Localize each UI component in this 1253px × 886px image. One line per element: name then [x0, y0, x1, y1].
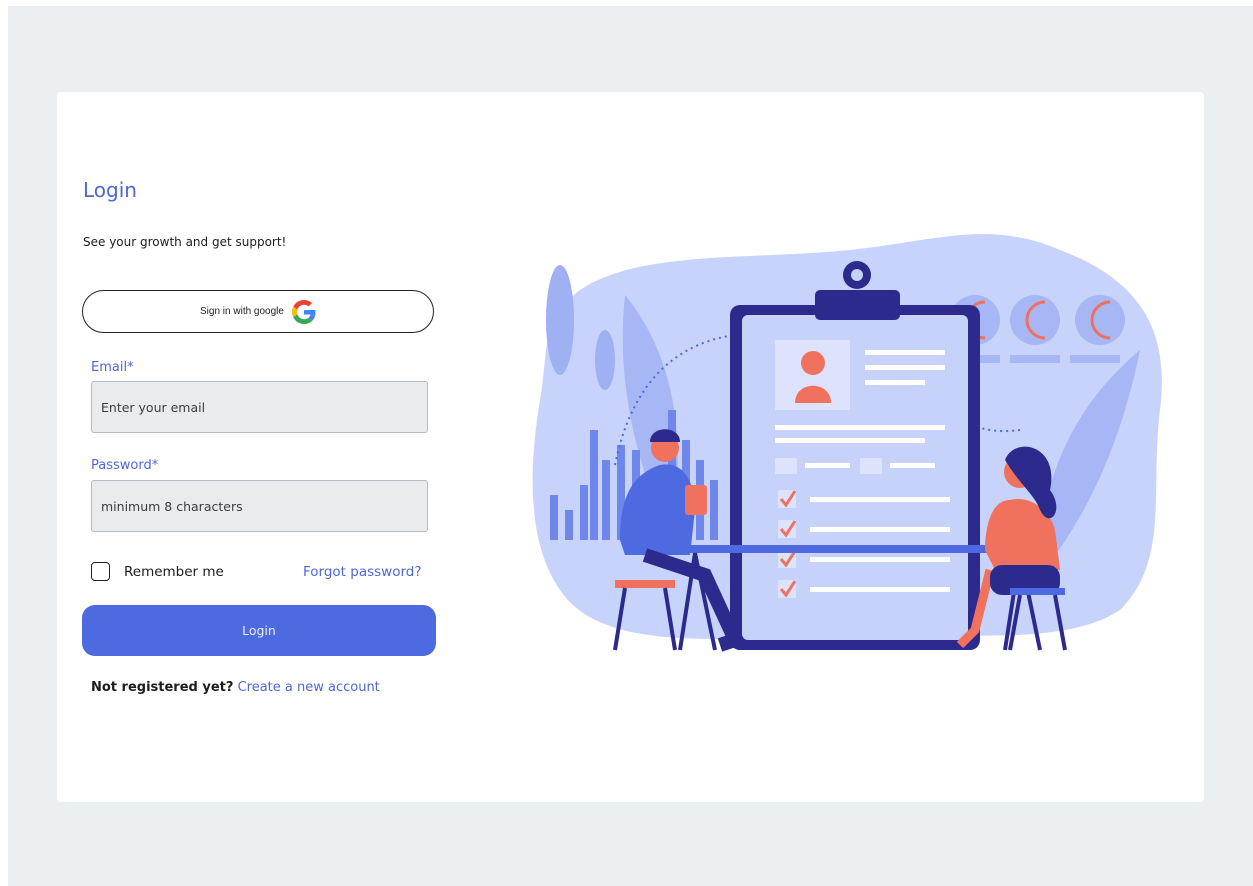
- hero-illustration: [532, 234, 1162, 652]
- remember-me-label: Remember me: [124, 563, 224, 580]
- signup-prompt: Not registered yet? Create a new account: [91, 680, 380, 695]
- page-title: Login: [83, 178, 137, 202]
- email-label: Email*: [91, 360, 134, 375]
- login-button[interactable]: Login: [82, 605, 436, 656]
- google-signin-label: Sign in with google: [200, 306, 284, 317]
- forgot-password-link[interactable]: Forgot password?: [303, 564, 422, 580]
- tall-plant: [546, 265, 574, 375]
- signup-question: Not registered yet?: [91, 680, 234, 695]
- small-plant: [595, 330, 615, 390]
- remember-me-checkbox[interactable]: [91, 562, 110, 581]
- create-account-link[interactable]: Create a new account: [238, 680, 380, 695]
- page-subtitle: See your growth and get support!: [83, 235, 287, 249]
- password-field[interactable]: [91, 480, 428, 532]
- clipboard: [730, 261, 980, 650]
- password-label: Password*: [91, 458, 159, 473]
- remember-me-row[interactable]: Remember me: [91, 562, 224, 581]
- google-g-icon: [291, 299, 316, 324]
- email-field[interactable]: [91, 381, 428, 433]
- google-signin-button[interactable]: Sign in with google: [82, 290, 434, 333]
